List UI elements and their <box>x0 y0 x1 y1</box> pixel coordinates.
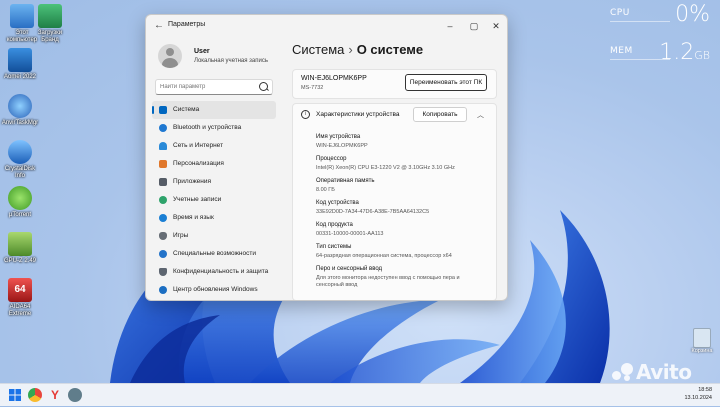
mem-meter-track <box>610 59 670 60</box>
sidebar-item-accessibility[interactable]: Специальные возможности <box>152 245 276 263</box>
cpu-meter-track <box>610 21 670 22</box>
minimize-button[interactable]: – <box>439 19 461 33</box>
spec-row-device-id: Код устройства 33E92D0D-7A34-47D6-A38E-7… <box>316 200 430 215</box>
account-type: Локальная учетная запись <box>194 58 268 64</box>
apps-icon <box>159 178 167 186</box>
desktop-icon-aomei[interactable]: Aomei 2022 <box>0 48 40 81</box>
bluetooth-icon <box>159 124 167 132</box>
sidebar-item-system[interactable]: Система <box>152 101 276 119</box>
spec-row-pen-touch: Перо и сенсорный ввод Для этого монитора… <box>316 266 460 288</box>
aida64-icon: 64 <box>8 278 32 302</box>
system-clock[interactable]: 18:58 13.10.2024 <box>684 386 712 402</box>
desktop-icon-recycle-bin[interactable]: Корзина <box>688 328 716 354</box>
sidebar-nav: Система Bluetooth и устройства Сеть и Ин… <box>152 101 276 299</box>
chrome-icon[interactable] <box>28 388 42 402</box>
desktop-icon-utorrent[interactable]: µTorrent <box>0 186 40 219</box>
breadcrumb-parent[interactable]: Система <box>292 42 344 57</box>
yandex-browser-icon[interactable]: Y <box>48 388 62 402</box>
device-specs-card: i Характеристики устройства Копировать ︿… <box>292 103 497 300</box>
settings-window: ← Параметры – ▢ ✕ User Локальная учетная… <box>145 14 508 301</box>
user-profile[interactable]: User Локальная учетная запись <box>154 42 279 80</box>
network-icon <box>159 142 167 150</box>
device-name-card: WIN-EJ6LOPMK6PP MS-7732 Переименовать эт… <box>292 69 497 99</box>
mem-value: 1.2 <box>659 40 695 65</box>
breadcrumb-separator: › <box>348 42 353 57</box>
time-language-icon <box>159 214 167 222</box>
anvir-icon <box>8 94 32 118</box>
spec-row-ram: Оперативная память 8.00 ГБ <box>316 178 375 193</box>
clock-time: 18:58 <box>698 387 712 393</box>
utorrent-icon <box>8 186 32 210</box>
sidebar-item-accounts[interactable]: Учетные записи <box>152 191 276 209</box>
search-icon[interactable] <box>259 82 268 91</box>
close-button[interactable]: ✕ <box>485 19 507 33</box>
downloads-icon <box>38 4 62 28</box>
clock-date: 13.10.2024 <box>684 395 712 401</box>
personalization-icon <box>159 160 167 168</box>
spec-row-device-name: Имя устройства WIN-EJ6LOPMK6PP <box>316 134 368 149</box>
spec-row-system-type: Тип системы 64-разрядная операционная си… <box>316 244 452 259</box>
breadcrumb: Система › О системе <box>292 42 423 57</box>
aomei-icon <box>8 48 32 72</box>
accessibility-icon <box>159 250 167 258</box>
accounts-icon <box>159 196 167 204</box>
search-box[interactable] <box>155 79 273 95</box>
maximize-button[interactable]: ▢ <box>463 19 485 33</box>
cpu-meter: CPU 0% <box>610 2 710 27</box>
avatar <box>158 44 182 68</box>
spec-row-product-id: Код продукта 00331-10000-00001-AA113 <box>316 222 384 237</box>
desktop-icon-gpuz[interactable]: GPU-Z 2.49 <box>0 232 40 265</box>
taskbar: Y 18:58 13.10.2024 <box>0 383 720 406</box>
gpuz-icon <box>8 232 32 256</box>
sidebar-item-bluetooth[interactable]: Bluetooth и устройства <box>152 119 276 137</box>
chevron-up-icon[interactable]: ︿ <box>477 110 484 120</box>
system-icon <box>159 106 167 114</box>
device-model: MS-7732 <box>301 85 324 91</box>
sidebar-item-personalization[interactable]: Персонализация <box>152 155 276 173</box>
desktop-icon-aida64[interactable]: 64 AIDA64 Extreme <box>0 278 40 318</box>
windows-update-icon <box>159 286 167 294</box>
gaming-icon <box>159 232 167 240</box>
sidebar-item-apps[interactable]: Приложения <box>152 173 276 191</box>
info-icon: i <box>301 110 310 119</box>
window-title: Параметры <box>168 21 206 28</box>
recycle-bin-icon <box>693 328 711 348</box>
sidebar-item-privacy[interactable]: Конфиденциальность и защита <box>152 263 276 281</box>
start-icon[interactable] <box>8 388 22 402</box>
device-name: WIN-EJ6LOPMK6PP <box>301 75 367 82</box>
search-input[interactable] <box>160 81 252 92</box>
sidebar-item-windows-update[interactable]: Центр обновления Windows <box>152 281 276 299</box>
desktop-icon-anvir[interactable]: AnvirTaskMgr <box>0 94 40 127</box>
user-name: User <box>194 48 210 55</box>
crystaldisk-icon <box>8 140 32 164</box>
mem-unit: GB <box>694 49 710 62</box>
avito-watermark: Avito <box>612 360 692 384</box>
sidebar-item-network[interactable]: Сеть и Интернет <box>152 137 276 155</box>
spec-row-processor: Процессор Intel(R) Xeon(R) CPU E3-1220 V… <box>316 156 455 171</box>
copy-button[interactable]: Копировать <box>413 107 467 122</box>
settings-gear-icon[interactable] <box>68 388 82 402</box>
rename-pc-button[interactable]: Переименовать этот ПК <box>405 74 487 91</box>
page-title: О системе <box>356 42 424 57</box>
sidebar-item-gaming[interactable]: Игры <box>152 227 276 245</box>
desktop-icon-crystaldisk[interactable]: CrystalDisk Info <box>0 140 40 180</box>
avito-logo-icon <box>612 363 634 381</box>
specs-title: Характеристики устройства <box>316 111 400 118</box>
title-bar[interactable]: ← Параметры – ▢ ✕ <box>146 15 507 37</box>
back-arrow-icon[interactable]: ← <box>154 20 164 31</box>
desktop-icon-downloads[interactable]: Загрузки Бранд <box>30 4 70 44</box>
mem-meter: MEM 1.2GB <box>610 40 710 65</box>
sidebar-item-time-language[interactable]: Время и язык <box>152 209 276 227</box>
privacy-shield-icon <box>159 268 167 276</box>
